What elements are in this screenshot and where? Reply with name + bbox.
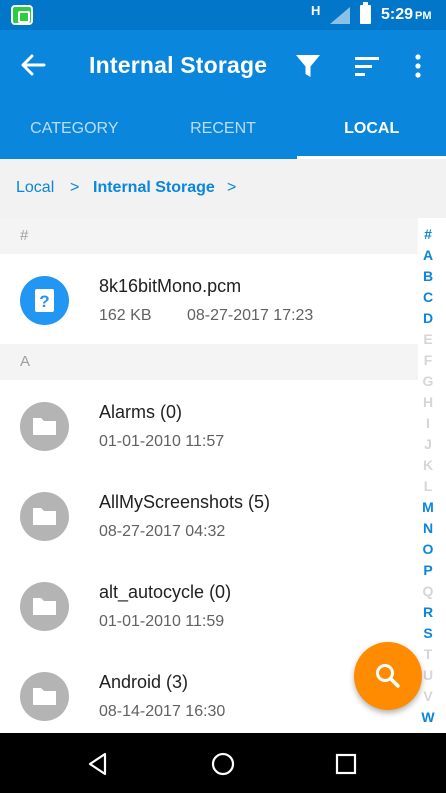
file-name: 8k16bitMono.pcm (99, 276, 242, 296)
app-bar: Internal Storage (0, 30, 446, 100)
file-row[interactable]: ? 8k16bitMono.pcm 162 KB 08-27-2017 17:23 (0, 254, 418, 344)
status-bar: H 5:29 PM (0, 0, 446, 30)
folder-date: 01-01-2010 11:59 (99, 613, 225, 630)
more-options-button[interactable] (402, 48, 434, 84)
nav-back-button[interactable] (85, 751, 111, 777)
folder-name: AllMyScreenshots (5) (99, 492, 271, 512)
folder-icon (20, 582, 69, 631)
alpha-index-letter[interactable]: M (418, 497, 438, 518)
signal-icon (330, 7, 350, 24)
app-notification-icon (11, 5, 33, 25)
alpha-index-letter[interactable]: C (418, 287, 438, 308)
alpha-index-letter[interactable]: E (418, 329, 438, 350)
tab-category[interactable]: CATEGORY (0, 100, 149, 159)
nav-back-icon (88, 752, 107, 776)
more-vert-icon (415, 54, 421, 78)
tab-recent[interactable]: RECENT (149, 100, 298, 159)
alpha-index-letter[interactable]: I (418, 413, 438, 434)
clock-time: 5:29 (381, 6, 414, 23)
search-icon (376, 664, 400, 688)
unknown-file-icon: ? (20, 276, 69, 325)
alpha-index-letter[interactable]: H (418, 392, 438, 413)
nav-recents-icon (335, 753, 357, 775)
breadcrumb-separator: > (70, 179, 80, 196)
folder-icon (20, 492, 69, 541)
nav-home-button[interactable] (210, 751, 236, 777)
section-header: # (0, 218, 418, 254)
folder-name: alt_autocycle (0) (99, 582, 232, 602)
nav-recents-button[interactable] (334, 752, 358, 776)
alpha-index-letter[interactable]: N (418, 518, 438, 539)
sort-button[interactable] (349, 48, 385, 84)
file-date: 08-27-2017 17:23 (187, 307, 314, 324)
filter-button[interactable] (290, 48, 326, 84)
alpha-index-letter[interactable]: O (418, 539, 438, 560)
alpha-index-letter[interactable]: G (418, 371, 438, 392)
breadcrumb-local[interactable]: Local (16, 179, 54, 197)
folder-icon (20, 672, 69, 721)
breadcrumb: Local > Internal Storage > (0, 159, 446, 218)
folder-row[interactable]: AllMyScreenshots (5) 08-27-2017 04:32 (0, 470, 418, 560)
breadcrumb-internal-storage[interactable]: Internal Storage (93, 179, 215, 197)
tab-local[interactable]: LOCAL (297, 100, 446, 159)
system-nav-bar (0, 733, 446, 793)
alpha-index-letter[interactable]: D (418, 308, 438, 329)
alpha-index-letter[interactable]: Q (418, 581, 438, 602)
back-button[interactable] (14, 47, 54, 83)
breadcrumb-separator: > (227, 179, 237, 196)
alpha-index-letter[interactable]: R (418, 602, 438, 623)
search-fab[interactable] (354, 642, 422, 710)
alpha-index-letter[interactable]: P (418, 560, 438, 581)
alpha-index-letter[interactable]: B (418, 266, 438, 287)
alpha-index-letter[interactable]: K (418, 455, 438, 476)
svg-text:?: ? (39, 292, 49, 311)
section-header: A (0, 344, 418, 380)
tab-bar: CATEGORY RECENT LOCAL (0, 100, 446, 159)
alpha-index-letter[interactable]: S (418, 623, 438, 644)
filter-icon (296, 55, 320, 77)
alpha-index-letter[interactable]: L (418, 476, 438, 497)
page-title: Internal Storage (89, 52, 268, 78)
folder-date: 08-27-2017 04:32 (99, 523, 226, 540)
folder-row[interactable]: Alarms (0) 01-01-2010 11:57 (0, 380, 418, 470)
folder-name: Android (3) (99, 672, 189, 692)
nav-home-icon (211, 752, 235, 776)
folder-icon (20, 402, 69, 451)
folder-row[interactable]: alt_autocycle (0) 01-01-2010 11:59 (0, 560, 418, 650)
question-mark-icon: ? (35, 289, 54, 312)
file-size: 162 KB (99, 307, 152, 324)
sort-icon (355, 57, 379, 76)
file-meta: 162 KB 08-27-2017 17:23 (99, 307, 313, 325)
folder-date: 01-01-2010 11:57 (99, 433, 225, 450)
arrow-left-icon (21, 54, 46, 76)
alpha-index-letter[interactable]: A (418, 245, 438, 266)
folder-name: Alarms (0) (99, 402, 183, 422)
network-type: H (311, 3, 321, 18)
clock: 5:29 PM (381, 6, 432, 24)
alpha-index-letter[interactable]: # (418, 224, 438, 245)
alpha-index-letter[interactable]: W (418, 707, 438, 728)
folder-date: 08-14-2017 16:30 (99, 703, 226, 720)
alpha-index-letter[interactable]: F (418, 350, 438, 371)
battery-icon (360, 2, 371, 24)
alpha-index-letter[interactable]: J (418, 434, 438, 455)
clock-ampm: PM (415, 10, 432, 22)
